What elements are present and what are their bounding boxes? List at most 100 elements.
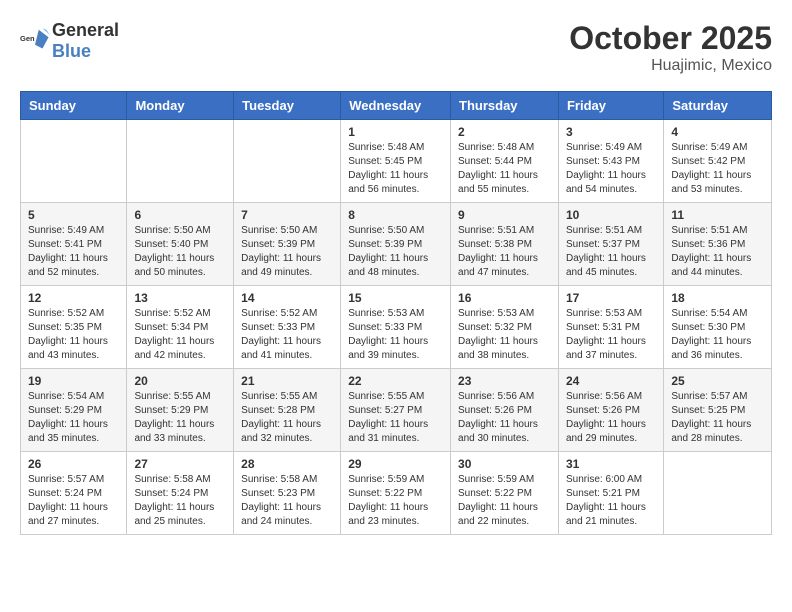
day-number: 13: [134, 291, 226, 305]
day-info: Sunrise: 5:48 AM Sunset: 5:45 PM Dayligh…: [348, 141, 443, 197]
day-info: Sunrise: 5:57 AM Sunset: 5:25 PM Dayligh…: [671, 390, 764, 446]
calendar-cell: 20 Sunrise: 5:55 AM Sunset: 5:29 PM Dayli…: [127, 369, 234, 452]
calendar-cell: 16 Sunrise: 5:53 AM Sunset: 5:32 PM Dayli…: [451, 286, 559, 369]
day-info: Sunrise: 5:52 AM Sunset: 5:34 PM Dayligh…: [134, 307, 226, 363]
weekday-header-thursday: Thursday: [451, 92, 559, 120]
weekday-header-friday: Friday: [558, 92, 663, 120]
day-number: 1: [348, 125, 443, 139]
calendar-cell: 3 Sunrise: 5:49 AM Sunset: 5:43 PM Daylig…: [558, 120, 663, 203]
calendar-cell: 30 Sunrise: 5:59 AM Sunset: 5:22 PM Dayli…: [451, 452, 559, 535]
day-info: Sunrise: 5:52 AM Sunset: 5:35 PM Dayligh…: [28, 307, 119, 363]
calendar-cell: 23Sunrise: 5:56 AM Sunset: 5:26 PM Dayli…: [451, 369, 559, 452]
month-title: October 2025: [569, 20, 772, 57]
weekday-header-tuesday: Tuesday: [234, 92, 341, 120]
calendar-week-2: 5Sunrise: 5:49 AM Sunset: 5:41 PM Daylig…: [21, 203, 772, 286]
calendar-week-3: 12 Sunrise: 5:52 AM Sunset: 5:35 PM Dayli…: [21, 286, 772, 369]
day-number: 2: [458, 125, 551, 139]
logo-general: General: [52, 20, 119, 40]
day-number: 8: [348, 208, 443, 222]
day-number: 14: [241, 291, 333, 305]
day-number: 9: [458, 208, 551, 222]
title-block: October 2025 Huajimic, Mexico: [569, 20, 772, 75]
day-info: Sunrise: 6:00 AM Sunset: 5:21 PM Dayligh…: [566, 473, 656, 529]
calendar-cell: 21 Sunrise: 5:55 AM Sunset: 5:28 PM Dayli…: [234, 369, 341, 452]
day-info: Sunrise: 5:58 AM Sunset: 5:24 PM Dayligh…: [134, 473, 226, 529]
day-info: Sunrise: 5:53 AM Sunset: 5:32 PM Dayligh…: [458, 307, 551, 363]
calendar-week-4: 19Sunrise: 5:54 AM Sunset: 5:29 PM Dayli…: [21, 369, 772, 452]
day-number: 16: [458, 291, 551, 305]
day-number: 4: [671, 125, 764, 139]
day-info: Sunrise: 5:54 AM Sunset: 5:29 PM Dayligh…: [28, 390, 119, 446]
day-info: Sunrise: 5:54 AM Sunset: 5:30 PM Dayligh…: [671, 307, 764, 363]
day-number: 15: [348, 291, 443, 305]
day-number: 12: [28, 291, 119, 305]
day-number: 22: [348, 374, 443, 388]
weekday-header-wednesday: Wednesday: [341, 92, 451, 120]
day-info: Sunrise: 5:49 AM Sunset: 5:43 PM Dayligh…: [566, 141, 656, 197]
calendar-cell: 29 Sunrise: 5:59 AM Sunset: 5:22 PM Dayli…: [341, 452, 451, 535]
calendar-cell: 25 Sunrise: 5:57 AM Sunset: 5:25 PM Dayli…: [664, 369, 772, 452]
day-number: 27: [134, 457, 226, 471]
day-info: Sunrise: 5:50 AM Sunset: 5:40 PM Dayligh…: [134, 224, 226, 280]
day-number: 28: [241, 457, 333, 471]
calendar-cell: 4 Sunrise: 5:49 AM Sunset: 5:42 PM Daylig…: [664, 120, 772, 203]
page-header: Gen General Blue October 2025 Huajimic, …: [20, 20, 772, 75]
day-info: Sunrise: 5:58 AM Sunset: 5:23 PM Dayligh…: [241, 473, 333, 529]
calendar-cell: 13 Sunrise: 5:52 AM Sunset: 5:34 PM Dayli…: [127, 286, 234, 369]
calendar-cell: 26 Sunrise: 5:57 AM Sunset: 5:24 PM Dayli…: [21, 452, 127, 535]
calendar-cell: 31 Sunrise: 6:00 AM Sunset: 5:21 PM Dayli…: [558, 452, 663, 535]
weekday-header-saturday: Saturday: [664, 92, 772, 120]
day-number: 20: [134, 374, 226, 388]
day-info: Sunrise: 5:57 AM Sunset: 5:24 PM Dayligh…: [28, 473, 119, 529]
day-info: Sunrise: 5:55 AM Sunset: 5:27 PM Dayligh…: [348, 390, 443, 446]
day-info: Sunrise: 5:50 AM Sunset: 5:39 PM Dayligh…: [348, 224, 443, 280]
day-info: Sunrise: 5:56 AM Sunset: 5:26 PM Dayligh…: [566, 390, 656, 446]
calendar-cell: 11 Sunrise: 5:51 AM Sunset: 5:36 PM Dayli…: [664, 203, 772, 286]
calendar-cell: 7Sunrise: 5:50 AM Sunset: 5:39 PM Daylig…: [234, 203, 341, 286]
day-info: Sunrise: 5:56 AM Sunset: 5:26 PM Dayligh…: [458, 390, 551, 446]
day-info: Sunrise: 5:59 AM Sunset: 5:22 PM Dayligh…: [458, 473, 551, 529]
logo: Gen General Blue: [20, 20, 119, 62]
calendar-week-1: 1 Sunrise: 5:48 AM Sunset: 5:45 PM Daylig…: [21, 120, 772, 203]
day-number: 25: [671, 374, 764, 388]
day-number: 11: [671, 208, 764, 222]
calendar-cell: 27 Sunrise: 5:58 AM Sunset: 5:24 PM Dayli…: [127, 452, 234, 535]
weekday-header-sunday: Sunday: [21, 92, 127, 120]
calendar-cell: 1 Sunrise: 5:48 AM Sunset: 5:45 PM Daylig…: [341, 120, 451, 203]
day-number: 3: [566, 125, 656, 139]
day-info: Sunrise: 5:55 AM Sunset: 5:28 PM Dayligh…: [241, 390, 333, 446]
calendar-cell: 24 Sunrise: 5:56 AM Sunset: 5:26 PM Dayli…: [558, 369, 663, 452]
calendar-cell: [127, 120, 234, 203]
day-number: 7: [241, 208, 333, 222]
calendar-cell: [234, 120, 341, 203]
calendar-table: SundayMondayTuesdayWednesdayThursdayFrid…: [20, 91, 772, 535]
day-info: Sunrise: 5:51 AM Sunset: 5:36 PM Dayligh…: [671, 224, 764, 280]
day-number: 30: [458, 457, 551, 471]
day-info: Sunrise: 5:53 AM Sunset: 5:31 PM Dayligh…: [566, 307, 656, 363]
calendar-cell: 2Sunrise: 5:48 AM Sunset: 5:44 PM Daylig…: [451, 120, 559, 203]
day-info: Sunrise: 5:49 AM Sunset: 5:42 PM Dayligh…: [671, 141, 764, 197]
calendar-cell: 10 Sunrise: 5:51 AM Sunset: 5:37 PM Dayli…: [558, 203, 663, 286]
logo-blue: Blue: [52, 41, 91, 61]
weekday-header-row: SundayMondayTuesdayWednesdayThursdayFrid…: [21, 92, 772, 120]
day-number: 26: [28, 457, 119, 471]
day-info: Sunrise: 5:59 AM Sunset: 5:22 PM Dayligh…: [348, 473, 443, 529]
calendar-cell: 8 Sunrise: 5:50 AM Sunset: 5:39 PM Daylig…: [341, 203, 451, 286]
calendar-cell: 12 Sunrise: 5:52 AM Sunset: 5:35 PM Dayli…: [21, 286, 127, 369]
calendar-cell: 14Sunrise: 5:52 AM Sunset: 5:33 PM Dayli…: [234, 286, 341, 369]
calendar-cell: 19Sunrise: 5:54 AM Sunset: 5:29 PM Dayli…: [21, 369, 127, 452]
day-number: 24: [566, 374, 656, 388]
day-info: Sunrise: 5:55 AM Sunset: 5:29 PM Dayligh…: [134, 390, 226, 446]
day-number: 31: [566, 457, 656, 471]
day-number: 10: [566, 208, 656, 222]
calendar-cell: [21, 120, 127, 203]
calendar-cell: 18Sunrise: 5:54 AM Sunset: 5:30 PM Dayli…: [664, 286, 772, 369]
calendar-cell: 15 Sunrise: 5:53 AM Sunset: 5:33 PM Dayli…: [341, 286, 451, 369]
day-info: Sunrise: 5:51 AM Sunset: 5:37 PM Dayligh…: [566, 224, 656, 280]
weekday-header-monday: Monday: [127, 92, 234, 120]
calendar-cell: [664, 452, 772, 535]
calendar-cell: 22 Sunrise: 5:55 AM Sunset: 5:27 PM Dayli…: [341, 369, 451, 452]
day-number: 21: [241, 374, 333, 388]
day-info: Sunrise: 5:53 AM Sunset: 5:33 PM Dayligh…: [348, 307, 443, 363]
day-number: 29: [348, 457, 443, 471]
